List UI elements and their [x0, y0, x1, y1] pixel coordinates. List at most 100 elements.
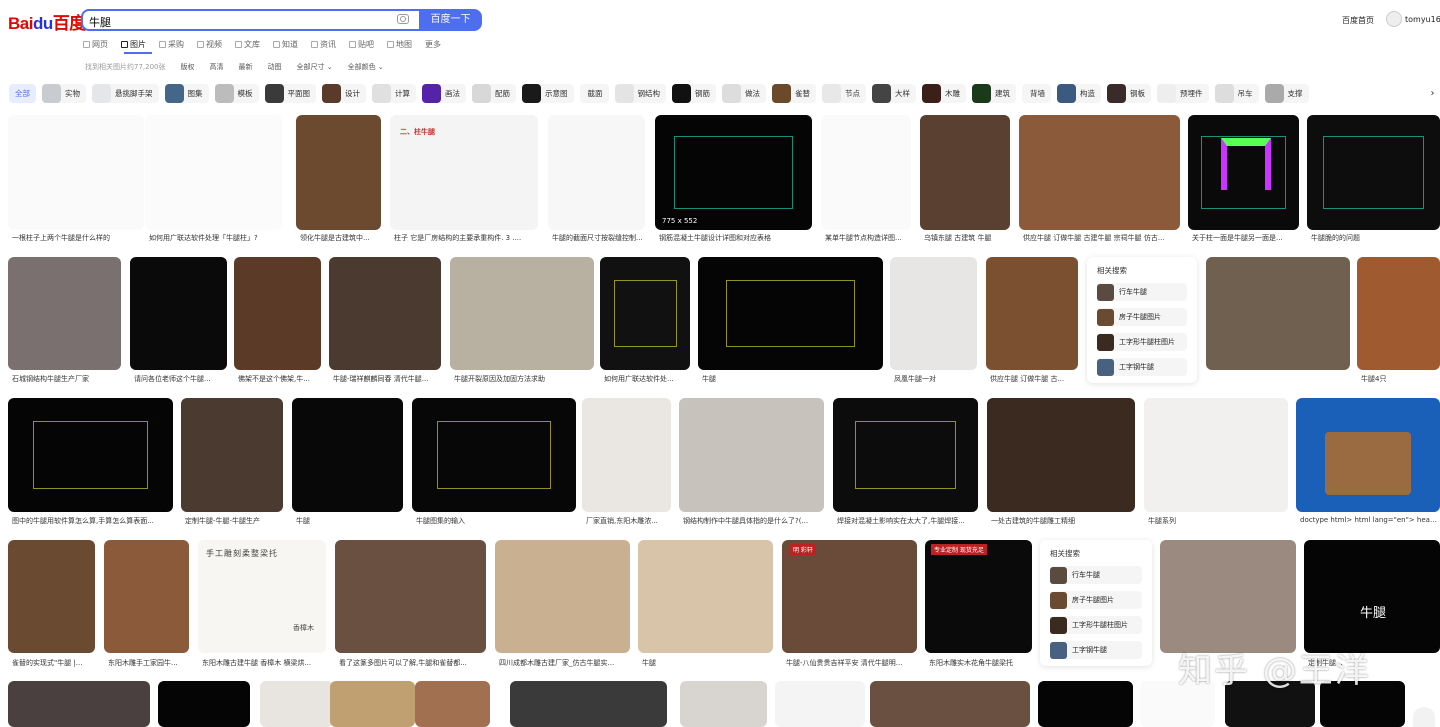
image-tile[interactable] — [234, 257, 321, 370]
image-caption[interactable]: 定制牛腿-牛腿-牛腿生产 — [185, 516, 283, 526]
username[interactable]: tomyu168 — [1405, 15, 1440, 24]
image-tile[interactable] — [698, 257, 883, 370]
related-search-item[interactable]: 工字形牛腿柱图片 — [1097, 333, 1187, 351]
nav-item-1[interactable]: 图片 — [121, 38, 146, 50]
image-tile[interactable]: 明 彩轩 — [782, 540, 917, 653]
image-caption[interactable]: 牛腿开裂原因及加固方法求助 — [454, 374, 594, 384]
image-tile[interactable] — [450, 257, 594, 370]
image-tile[interactable] — [130, 257, 227, 370]
image-tile[interactable] — [1038, 681, 1133, 727]
image-tile[interactable] — [821, 115, 911, 230]
tag-5[interactable]: 平面图 — [264, 84, 316, 103]
tag-2[interactable]: 悬挑脚手架 — [92, 84, 159, 103]
tag-25[interactable]: 支撑 — [1264, 84, 1309, 103]
image-tile[interactable] — [986, 257, 1078, 370]
filter-item-2[interactable]: 最新 — [239, 62, 253, 72]
image-caption[interactable]: 牛腿 — [642, 658, 773, 668]
image-caption[interactable]: 东阳木雕实木花角牛腿梁托 — [929, 658, 1032, 668]
image-caption[interactable]: 领化牛腿是古建筑中... — [300, 233, 381, 243]
image-tile[interactable] — [145, 115, 282, 230]
nav-item-7[interactable]: 贴吧 — [349, 38, 374, 50]
image-tile[interactable] — [1307, 115, 1440, 230]
related-search-item[interactable]: 工字钢牛腿 — [1050, 641, 1142, 659]
nav-item-9[interactable]: 更多 — [425, 38, 441, 50]
filter-item-3[interactable]: 动图 — [268, 62, 282, 72]
tag-21[interactable]: 构造 — [1057, 84, 1101, 103]
image-caption[interactable]: 钢结构制作中牛腿具体指的是什么了?(... — [683, 516, 824, 526]
image-tile[interactable] — [1206, 257, 1350, 370]
image-caption[interactable]: 钢筋混凝土牛腿设计详图和对应表格 — [659, 233, 812, 243]
tag-22[interactable]: 钢板 — [1107, 84, 1151, 103]
filter-item-1[interactable]: 高清 — [210, 62, 224, 72]
image-tile[interactable] — [292, 398, 403, 512]
related-search-item[interactable]: 房子牛腿图片 — [1050, 591, 1142, 609]
image-caption[interactable]: 柱子 它是厂房结构的主要承重构件. 3 .... — [394, 233, 538, 243]
image-tile[interactable] — [1296, 398, 1440, 512]
tag-11[interactable]: 截面 — [579, 84, 609, 103]
tag-10[interactable]: 示意图 — [522, 84, 574, 103]
tag-1[interactable]: 实物 — [42, 84, 86, 103]
image-caption[interactable]: 东阳木雕手工家园牛... — [108, 658, 189, 668]
image-caption[interactable]: 供应牛腿 订做牛腿 古... — [990, 374, 1078, 384]
image-tile[interactable] — [8, 681, 150, 727]
tag-23[interactable]: 预埋件 — [1157, 84, 1209, 103]
image-tile[interactable] — [8, 115, 144, 230]
image-tile[interactable] — [8, 540, 95, 653]
image-caption[interactable]: 牛腿图集的输入 — [416, 516, 576, 526]
tag-13[interactable]: 钢筋 — [672, 84, 716, 103]
image-tile[interactable] — [415, 681, 490, 727]
image-tile[interactable] — [870, 681, 1030, 727]
image-tile[interactable] — [1188, 115, 1299, 230]
tag-18[interactable]: 木雕 — [922, 84, 966, 103]
image-caption[interactable]: 请问各位老师这个牛腿... — [134, 374, 227, 384]
tag-9[interactable]: 配筋 — [472, 84, 516, 103]
image-tile[interactable] — [8, 398, 173, 512]
image-caption[interactable]: 四川成都木雕古建厂家_仿古牛腿实... — [499, 658, 630, 668]
image-tile[interactable] — [833, 398, 978, 512]
nav-item-3[interactable]: 视频 — [197, 38, 222, 50]
filter-item-4[interactable]: 全部尺寸 ⌄ — [297, 62, 333, 72]
image-caption[interactable]: 雀替的实现式"牛腿 |... — [12, 658, 95, 668]
image-caption[interactable]: 牛腿的截面尺寸按裂缝控制... — [552, 233, 645, 243]
image-tile[interactable] — [582, 398, 671, 512]
tag-16[interactable]: 节点 — [822, 84, 866, 103]
image-caption[interactable]: 看了这篆多图片可以了解,牛腿和雀替都... — [339, 658, 486, 668]
tag-7[interactable]: 计算 — [372, 84, 416, 103]
image-tile[interactable] — [104, 540, 189, 653]
image-tile[interactable] — [600, 257, 690, 370]
nav-item-0[interactable]: 网页 — [83, 38, 108, 50]
image-tile[interactable] — [335, 540, 486, 653]
nav-item-4[interactable]: 文库 — [235, 38, 260, 50]
tag-19[interactable]: 建筑 — [972, 84, 1016, 103]
related-search-item[interactable]: 行车牛腿 — [1050, 566, 1142, 584]
tag-15[interactable]: 雀替 — [772, 84, 816, 103]
tag-12[interactable]: 钢结构 — [614, 84, 666, 103]
image-tile[interactable]: 二、柱牛腿 — [390, 115, 538, 230]
image-tile[interactable] — [296, 115, 381, 230]
related-search-item[interactable]: 工字钢牛腿 — [1097, 358, 1187, 376]
image-tile[interactable] — [638, 540, 773, 653]
baidu-logo[interactable]: Baidu百度 — [8, 9, 86, 34]
image-tile[interactable] — [495, 540, 630, 653]
nav-item-8[interactable]: 地图 — [387, 38, 412, 50]
image-caption[interactable]: 牛腿脆的的问题 — [1311, 233, 1440, 243]
filter-item-5[interactable]: 全部颜色 ⌄ — [348, 62, 384, 72]
image-tile[interactable]: 手工雕刻柔整梁托 香樟木 — [198, 540, 326, 653]
image-tile[interactable] — [510, 681, 667, 727]
camera-icon[interactable] — [397, 14, 409, 24]
nav-item-6[interactable]: 资讯 — [311, 38, 336, 50]
image-caption[interactable]: 如何用广联达软件处理「牛腿柱」? — [149, 233, 282, 243]
search-button[interactable]: 百度一下 — [419, 9, 482, 31]
image-tile[interactable] — [181, 398, 283, 512]
image-caption[interactable]: 佛架不是这个佛架,牛... — [238, 374, 321, 384]
image-caption[interactable]: 一根柱子上两个牛腿是什么样的 — [12, 233, 144, 243]
tag-17[interactable]: 大样 — [872, 84, 916, 103]
related-search-item[interactable]: 房子牛腿图片 — [1097, 308, 1187, 326]
tag-8[interactable]: 画法 — [422, 84, 466, 103]
image-tile[interactable] — [412, 398, 576, 512]
search-input[interactable] — [83, 13, 373, 31]
image-caption[interactable]: 牛腿 — [296, 516, 403, 526]
related-search-item[interactable]: 行车牛腿 — [1097, 283, 1187, 301]
image-caption[interactable]: 供应牛腿 订做牛腿 古建牛腿 宗祠牛腿 仿古... — [1023, 233, 1180, 243]
image-tile[interactable] — [158, 681, 250, 727]
